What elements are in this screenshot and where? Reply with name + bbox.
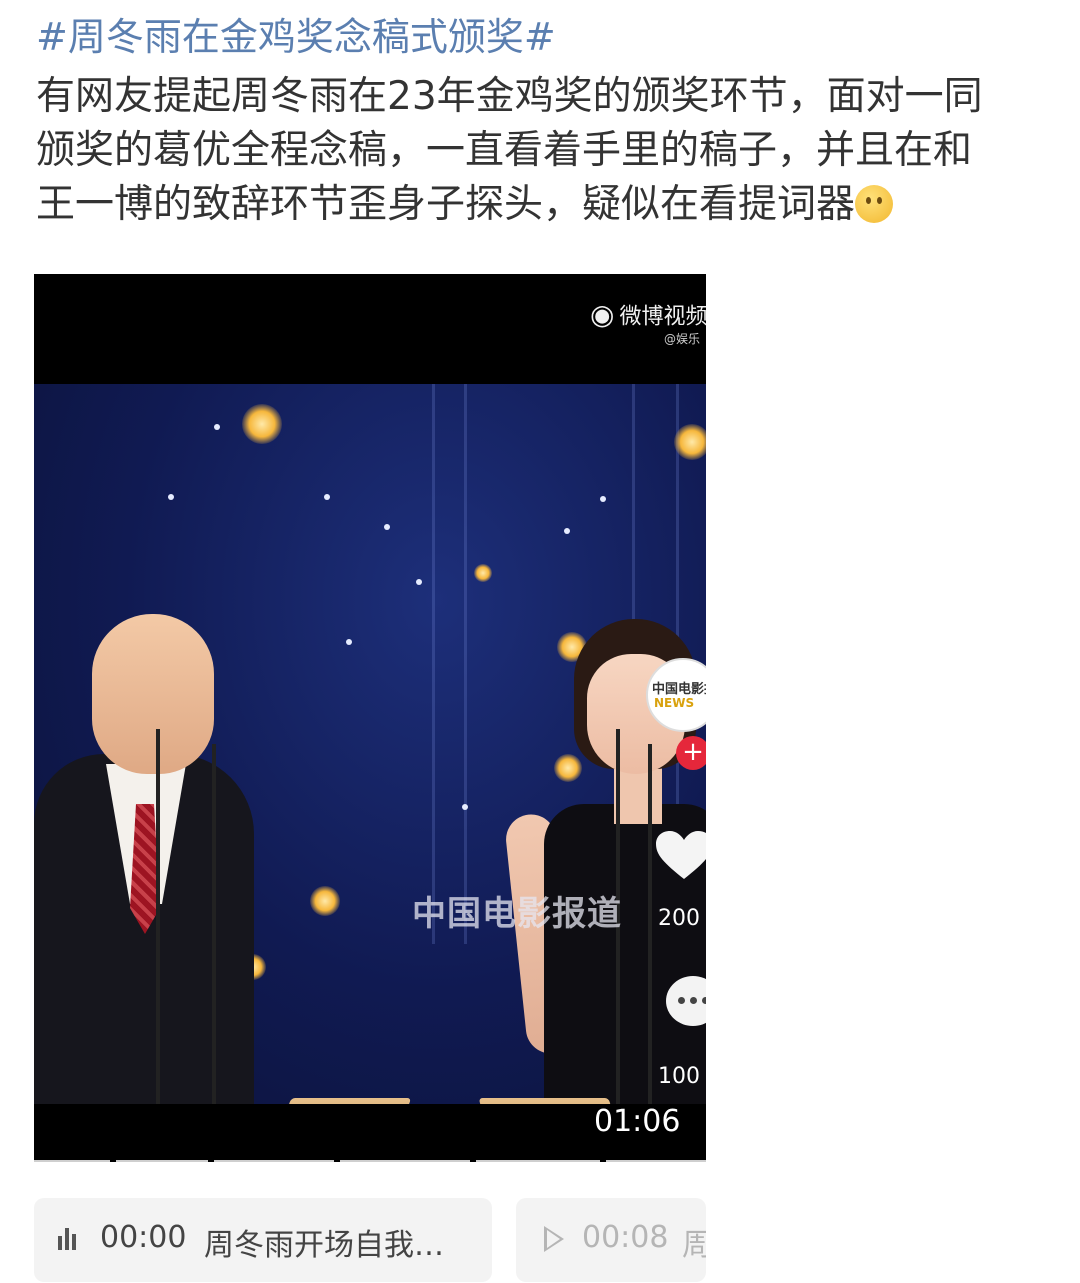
post-text-line: 王一博的致辞环节歪身子探头，疑似在看提词器 [36,178,1051,232]
chapter-time: 00:00 [100,1220,187,1255]
platform-name: 微博视频 [619,304,706,330]
heart-icon[interactable] [654,829,706,881]
chapter-chip[interactable]: 00:00 周冬雨开场自我… [34,1198,492,1282]
video-duration: 01:06 [594,1104,681,1139]
chapter-chip[interactable]: 00:08 周 [516,1198,706,1282]
chapter-progress-bar[interactable] [34,1160,706,1162]
post-text-line: 颁奖的葛优全程念稿，一直看着手里的稿子，并且在和 [36,128,973,173]
audio-bars-icon [58,1228,79,1250]
video-player[interactable]: ◉ 微博视频 @娱乐 中国电影报道 中国电影报 NEWS + 200 100 0… [34,274,706,1162]
post-text-line: 有网友提起周冬雨在23年金鸡奖的颁奖环节，面对一同 [36,74,983,119]
weibo-video-badge: ◉ 微博视频 [590,298,706,331]
thinking-face-emoji [855,185,894,223]
like-count: 200 [658,906,700,931]
chapter-title: 周 [682,1228,706,1263]
comment-count: 100 [658,1064,700,1089]
play-icon [544,1226,564,1252]
follow-button[interactable]: + [676,736,706,770]
post-text: 有网友提起周冬雨在23年金鸡奖的颁奖环节，面对一同 颁奖的葛优全程念稿，一直看着… [36,70,1051,232]
weibo-logo-icon: ◉ [590,298,615,331]
avatar-news-text: NEWS [654,696,695,710]
chapter-title: 周冬雨开场自我… [204,1228,444,1263]
avatar-text: 中国电影报 [652,682,706,697]
platform-source: @娱乐 [664,332,701,346]
hashtag-topic[interactable]: #周冬雨在金鸡奖念稿式颁奖# [36,8,556,66]
channel-watermark: 中国电影报道 [412,894,622,934]
video-frame [34,384,706,1104]
chapter-time: 00:08 [582,1220,669,1255]
